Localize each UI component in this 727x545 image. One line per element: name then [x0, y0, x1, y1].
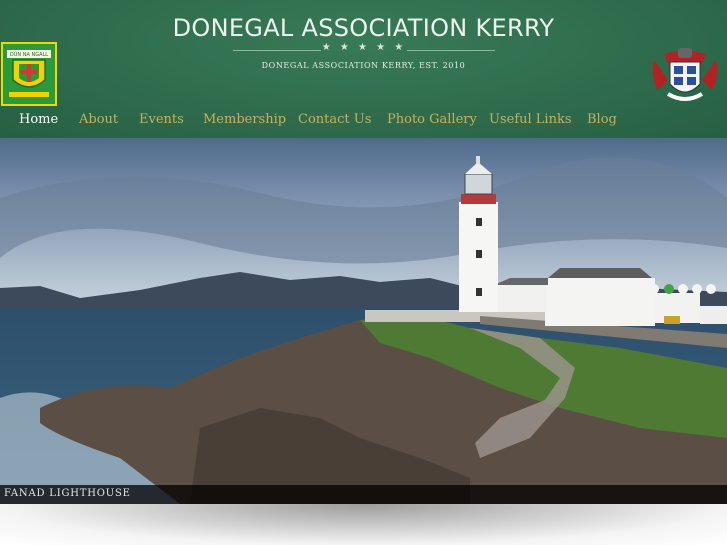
nav-contact-us[interactable]: Contact Us: [298, 112, 371, 127]
coat-of-arms-icon: [652, 48, 718, 101]
site-tagline: DONEGAL ASSOCIATION KERRY, EST. 2010: [261, 61, 466, 70]
slider-dot-4[interactable]: [692, 284, 702, 294]
nav-useful-links[interactable]: Useful Links: [489, 112, 572, 127]
content-shadow: [0, 504, 727, 545]
nav-about[interactable]: About: [79, 112, 118, 127]
crest-label: DÚN NA NGALL: [10, 51, 48, 58]
slider-caption: FANAD LIGHTHOUSE: [4, 488, 131, 499]
stars-ornament: ★ ★ ★ ★ ★: [321, 42, 407, 53]
nav-photo-gallery[interactable]: Photo Gallery: [387, 112, 477, 127]
kerry-coat-of-arms-logo[interactable]: [648, 46, 722, 108]
main-navigation: Home About Events Membership Contact Us …: [0, 110, 727, 134]
site-header: DONEGAL ASSOCIATION KERRY ★ ★ ★ ★ ★ DONE…: [0, 0, 727, 138]
site-title: DONEGAL ASSOCIATION KERRY: [172, 14, 555, 42]
title-divider: ★ ★ ★ ★ ★: [233, 42, 495, 58]
nav-events[interactable]: Events: [139, 112, 184, 127]
slider-dot-2[interactable]: [664, 284, 674, 294]
slider-dot-5[interactable]: [706, 284, 716, 294]
donegal-crest-logo[interactable]: DÚN NA NGALL: [1, 42, 57, 106]
lighthouse-photo: [0, 138, 727, 504]
divider-line-left: [233, 50, 321, 51]
nav-home[interactable]: Home: [19, 112, 58, 127]
crest-shield-icon: DÚN NA NGALL: [7, 50, 51, 97]
slider-dot-3[interactable]: [678, 284, 688, 294]
nav-blog[interactable]: Blog: [587, 112, 617, 127]
slider-dot-1[interactable]: [649, 284, 659, 294]
nav-membership[interactable]: Membership: [203, 112, 286, 127]
divider-line-right: [407, 50, 495, 51]
hero-slider[interactable]: [0, 138, 727, 504]
